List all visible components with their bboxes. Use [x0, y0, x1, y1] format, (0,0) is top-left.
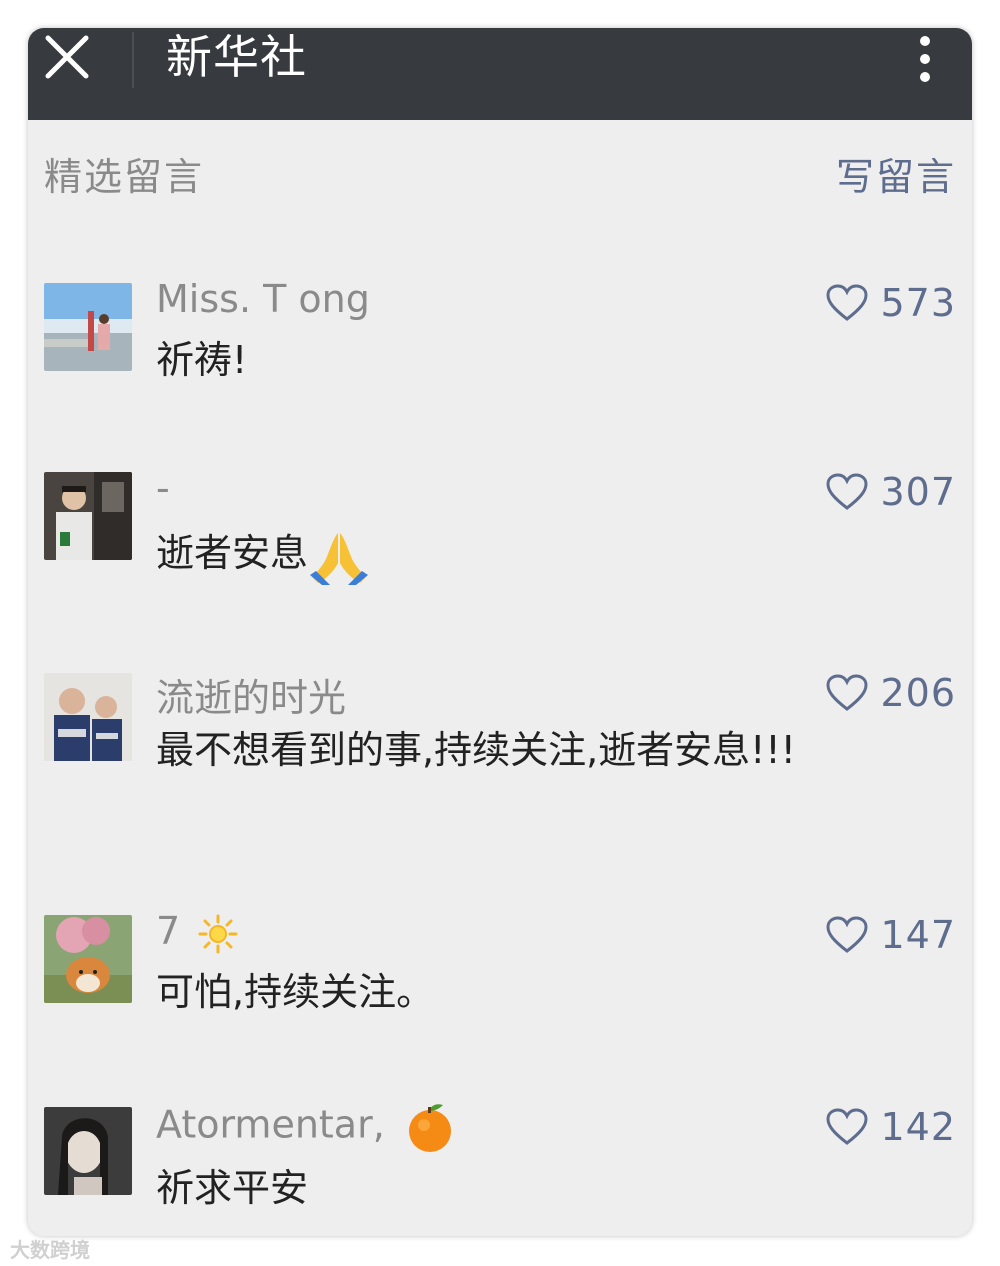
featured-comments-label: 精选留言 [44, 155, 205, 199]
comment-text: 祈祷! [156, 338, 248, 382]
praying-hands-emoji [310, 532, 369, 585]
watermark-text: 大数跨境 [10, 1238, 90, 1262]
more-vertical-icon [908, 36, 942, 82]
avatar[interactable] [44, 283, 132, 371]
close-button[interactable] [42, 32, 92, 82]
sun-emoji [198, 914, 238, 953]
avatar[interactable] [44, 1107, 132, 1195]
write-comment-link[interactable]: 写留言 [836, 146, 956, 201]
like-count: 307 [880, 470, 956, 514]
comment-text: 逝者安息 [156, 526, 856, 585]
like-button[interactable]: 147 [826, 911, 956, 959]
like-count: 147 [880, 913, 956, 957]
heart-icon [826, 916, 868, 953]
article-comment-screen: 新华社 精选留言 写留言 Miss. T ong 573 祈祷! - 307 逝… [28, 28, 972, 1236]
avatar[interactable] [44, 472, 132, 560]
like-button[interactable]: 206 [826, 669, 956, 717]
heart-icon [826, 473, 868, 510]
comment-nickname-text: 7 [156, 909, 181, 953]
tangerine-emoji [408, 1104, 451, 1152]
comment-nickname[interactable]: Atormentar, [156, 1101, 455, 1153]
like-count: 142 [880, 1105, 956, 1149]
comment-nickname[interactable]: 7 [156, 909, 238, 954]
avatar[interactable] [44, 915, 132, 1003]
like-count: 573 [880, 281, 956, 325]
more-menu-button[interactable] [908, 28, 942, 88]
like-button[interactable]: 573 [826, 279, 956, 327]
comment-nickname[interactable]: Miss. T ong [156, 277, 370, 321]
comment-text: 祈求平安 [156, 1166, 309, 1210]
like-count: 206 [880, 671, 956, 715]
titlebar: 新华社 [28, 28, 972, 120]
comment-nickname[interactable]: - [156, 466, 170, 510]
heart-icon [826, 674, 868, 711]
like-button[interactable]: 142 [826, 1103, 956, 1151]
close-icon [45, 35, 89, 79]
avatar[interactable] [44, 673, 132, 761]
watermark: 大数跨境 [10, 1234, 90, 1263]
heart-icon [826, 284, 868, 321]
heart-icon [826, 1108, 868, 1145]
comment-nickname-text: Atormentar, [156, 1102, 385, 1147]
titlebar-divider [132, 32, 134, 88]
comment-text-body: 逝者安息 [156, 531, 309, 575]
comment-text: 可怕,持续关注。 [156, 970, 435, 1014]
comment-nickname[interactable]: 流逝的时光 [156, 667, 346, 722]
like-button[interactable]: 307 [826, 468, 956, 516]
page-title: 新华社 [166, 30, 307, 84]
comment-text: 最不想看到的事,持续关注,逝者安息!!! [156, 728, 796, 772]
